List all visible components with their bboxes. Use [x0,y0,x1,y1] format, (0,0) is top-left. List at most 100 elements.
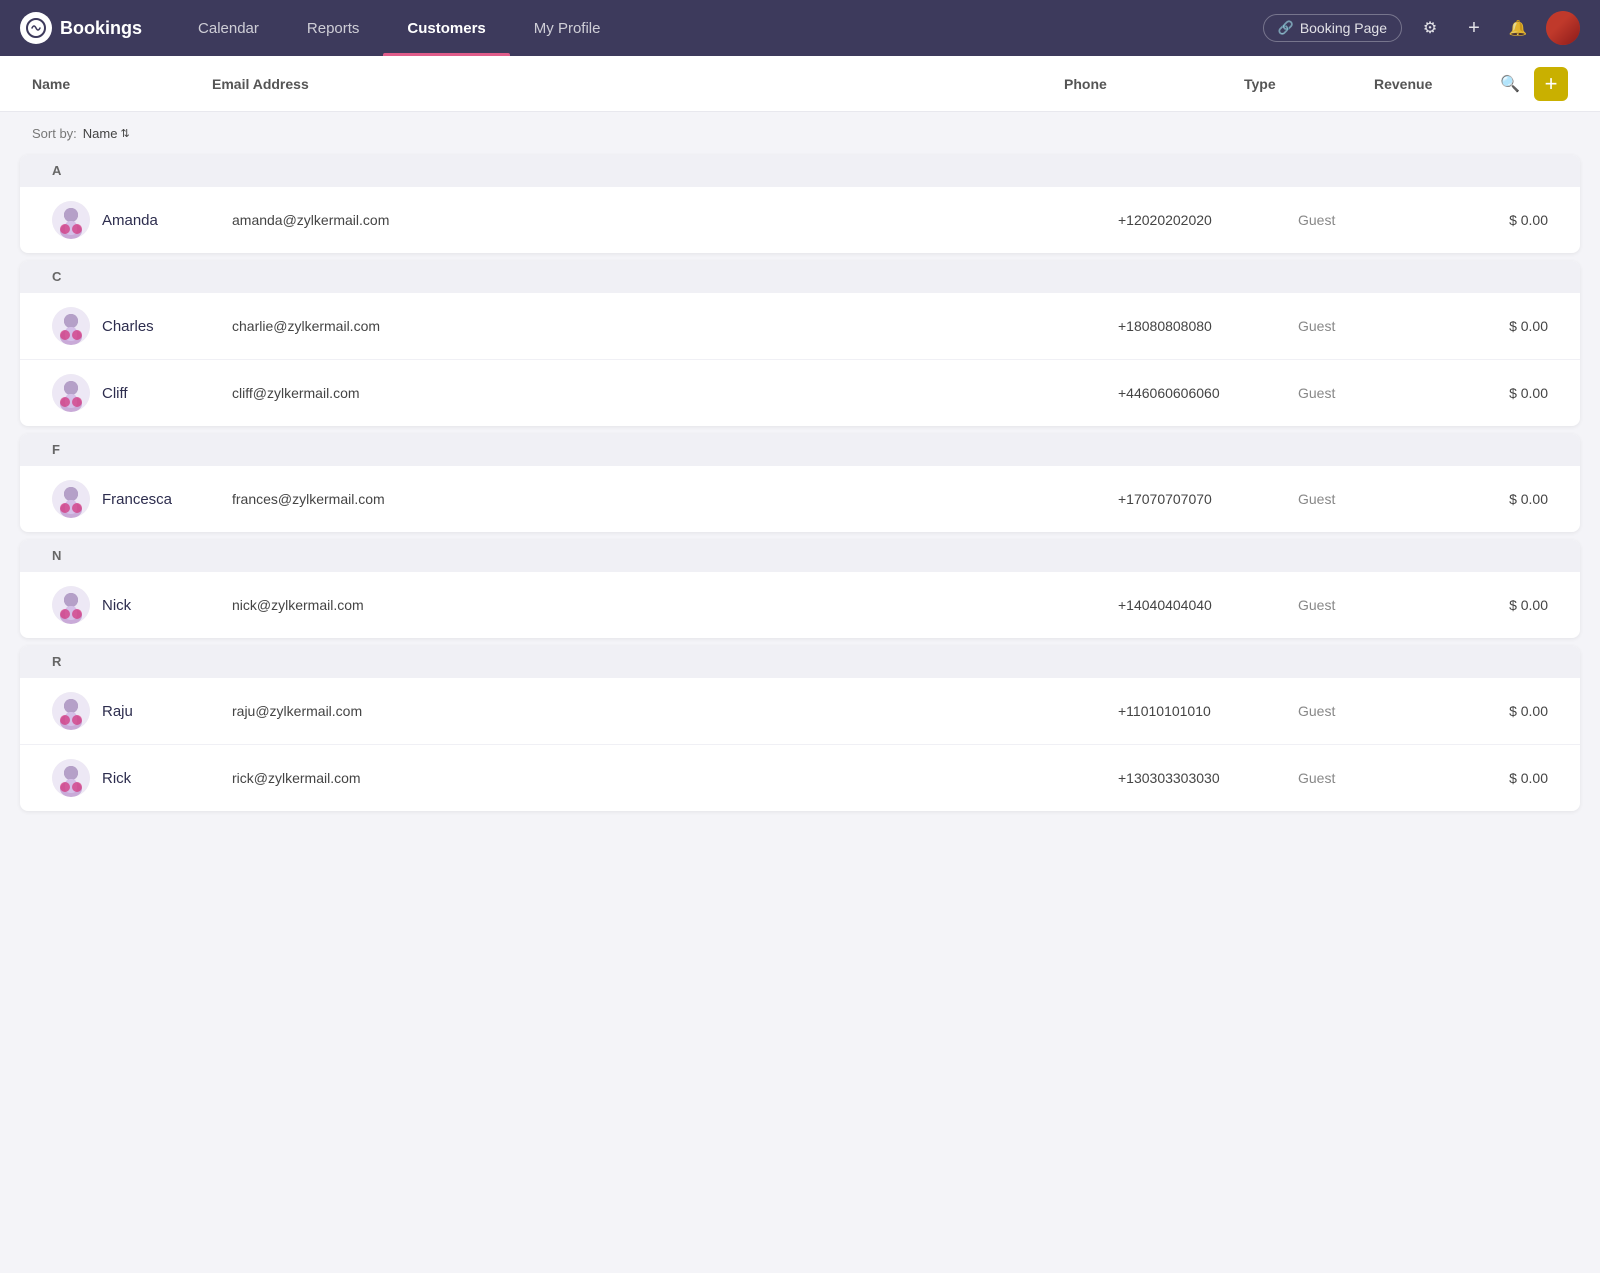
bell-icon: 🔔 [1509,19,1528,37]
customer-type: Guest [1298,770,1428,786]
add-button[interactable]: + [1458,12,1490,44]
nav-links: Calendar Reports Customers My Profile [174,0,1263,56]
customer-name: Nick [102,597,131,614]
customer-avatar [52,759,90,797]
table-row[interactable]: Nick nick@zylkermail.com +14040404040 Gu… [20,571,1580,638]
customers-content: A Amanda amanda@zylkermail.com +12020202… [0,155,1600,859]
customer-name: Amanda [102,212,158,229]
customer-phone: +18080808080 [1118,318,1298,334]
booking-page-icon: 🔗 [1278,20,1294,36]
table-row[interactable]: Rick rick@zylkermail.com +130303303030 G… [20,744,1580,811]
sort-value[interactable]: Name ⇅ [83,126,130,141]
customer-type: Guest [1298,318,1428,334]
group-section-f: F Francesca frances@zylkermail.com +1707… [20,434,1580,532]
customer-name-cell: Rick [52,759,232,797]
sort-arrow-icon: ⇅ [120,127,129,140]
add-customer-button[interactable]: + [1534,67,1568,101]
add-icon: + [1545,71,1558,97]
group-label-r: R [20,646,1580,677]
column-email-header: Email Address [212,76,1064,92]
customer-name-cell: Amanda [52,201,232,239]
nav-right: 🔗 Booking Page ⚙ + 🔔 [1263,11,1580,45]
customer-name-cell: Cliff [52,374,232,412]
search-icon: 🔍 [1500,74,1520,94]
customer-name-cell: Nick [52,586,232,624]
customer-name: Rick [102,770,131,787]
customer-email: charlie@zylkermail.com [232,318,1118,334]
brand-logo[interactable]: Bookings [20,12,142,44]
customer-revenue: $ 0.00 [1428,597,1548,613]
column-name-header: Name [32,76,212,92]
group-label-a: A [20,155,1580,186]
avatar[interactable] [1546,11,1580,45]
customer-type: Guest [1298,385,1428,401]
notifications-button[interactable]: 🔔 [1502,12,1534,44]
customer-phone: +11010101010 [1118,703,1298,719]
customer-revenue: $ 0.00 [1428,318,1548,334]
customer-email: amanda@zylkermail.com [232,212,1118,228]
table-header: Name Email Address Phone Type Revenue 🔍 … [0,56,1600,112]
customer-revenue: $ 0.00 [1428,491,1548,507]
group-section-c: C Charles charlie@zylkermail.com +180808… [20,261,1580,426]
customer-avatar [52,586,90,624]
table-row[interactable]: Charles charlie@zylkermail.com +18080808… [20,292,1580,359]
search-button[interactable]: 🔍 [1494,68,1526,100]
customer-avatar [52,480,90,518]
nav-item-customers[interactable]: Customers [383,0,509,56]
customer-email: raju@zylkermail.com [232,703,1118,719]
group-section-n: N Nick nick@zylkermail.com +14040404040 … [20,540,1580,638]
sort-label: Sort by: [32,126,77,141]
table-row[interactable]: Francesca frances@zylkermail.com +170707… [20,465,1580,532]
group-label-f: F [20,434,1580,465]
customer-type: Guest [1298,212,1428,228]
customer-email: cliff@zylkermail.com [232,385,1118,401]
customer-email: nick@zylkermail.com [232,597,1118,613]
customer-phone: +130303303030 [1118,770,1298,786]
plus-icon: + [1468,17,1480,40]
nav-item-calendar[interactable]: Calendar [174,0,283,56]
customer-name-cell: Raju [52,692,232,730]
customer-phone: +17070707070 [1118,491,1298,507]
customer-avatar [52,692,90,730]
gear-icon: ⚙ [1423,18,1437,38]
customer-name: Francesca [102,491,172,508]
customer-avatar [52,201,90,239]
group-label-c: C [20,261,1580,292]
column-phone-header: Phone [1064,76,1244,92]
column-revenue-header: Revenue [1374,76,1494,92]
customer-avatar [52,374,90,412]
customer-name: Charles [102,318,154,335]
booking-page-button[interactable]: 🔗 Booking Page [1263,14,1402,42]
navbar: Bookings Calendar Reports Customers My P… [0,0,1600,56]
header-actions: 🔍 + [1494,67,1568,101]
table-row[interactable]: Raju raju@zylkermail.com +11010101010 Gu… [20,677,1580,744]
customer-name: Cliff [102,385,128,402]
customer-revenue: $ 0.00 [1428,212,1548,228]
customer-email: rick@zylkermail.com [232,770,1118,786]
customer-name-cell: Charles [52,307,232,345]
table-row[interactable]: Cliff cliff@zylkermail.com +446060606060… [20,359,1580,426]
column-type-header: Type [1244,76,1374,92]
sort-bar: Sort by: Name ⇅ [0,112,1600,155]
customer-revenue: $ 0.00 [1428,770,1548,786]
customer-type: Guest [1298,703,1428,719]
customer-revenue: $ 0.00 [1428,385,1548,401]
customer-phone: +446060606060 [1118,385,1298,401]
customer-name-cell: Francesca [52,480,232,518]
customer-name: Raju [102,703,133,720]
group-section-r: R Raju raju@zylkermail.com +11010101010 … [20,646,1580,811]
customer-revenue: $ 0.00 [1428,703,1548,719]
customer-phone: +14040404040 [1118,597,1298,613]
group-section-a: A Amanda amanda@zylkermail.com +12020202… [20,155,1580,253]
nav-item-my-profile[interactable]: My Profile [510,0,625,56]
table-row[interactable]: Amanda amanda@zylkermail.com +1202020202… [20,186,1580,253]
customer-type: Guest [1298,597,1428,613]
settings-button[interactable]: ⚙ [1414,12,1446,44]
group-label-n: N [20,540,1580,571]
nav-item-reports[interactable]: Reports [283,0,384,56]
customer-email: frances@zylkermail.com [232,491,1118,507]
customer-avatar [52,307,90,345]
brand-icon [20,12,52,44]
customer-phone: +12020202020 [1118,212,1298,228]
customer-type: Guest [1298,491,1428,507]
